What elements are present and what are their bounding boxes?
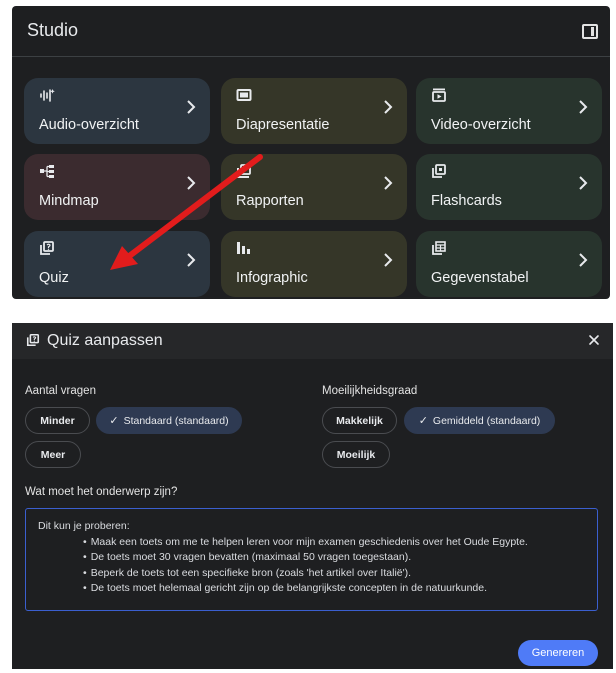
tile-label: Flashcards	[431, 193, 502, 209]
chevron-right-icon	[579, 176, 588, 190]
topic-label: Wat moet het onderwerp zijn?	[25, 486, 178, 498]
tile-audio-overview[interactable]: Audio-overzicht	[24, 78, 210, 144]
placeholder-item: De toets moet 30 vragen bevatten (maxima…	[83, 550, 585, 565]
tile-label: Audio-overzicht	[39, 117, 139, 133]
difficulty-label: Moeilijkheidsgraad	[322, 385, 418, 397]
chevron-right-icon	[579, 253, 588, 267]
studio-panel: Studio Audio-overzicht Diapresentatie Vi…	[12, 6, 610, 299]
flashcards-icon	[432, 164, 446, 178]
tile-quiz[interactable]: Quiz	[24, 231, 210, 297]
dialog-header: Quiz aanpassen	[12, 323, 613, 359]
difficulty-option-hard[interactable]: Moeilijk	[322, 441, 390, 468]
tile-mindmap[interactable]: Mindmap	[24, 154, 210, 220]
chevron-right-icon	[384, 176, 393, 190]
check-icon: ✓	[109, 415, 119, 427]
slides-icon	[236, 89, 252, 101]
question-count-label: Aantal vragen	[25, 385, 96, 397]
chevron-right-icon	[187, 176, 196, 190]
studio-header: Studio	[12, 6, 610, 56]
video-icon	[432, 88, 446, 102]
infographic-icon	[237, 242, 250, 254]
tile-video-overview[interactable]: Video-overzicht	[416, 78, 602, 144]
tile-data-table[interactable]: Gegevenstabel	[416, 231, 602, 297]
tile-label: Rapporten	[236, 193, 304, 209]
tile-reports[interactable]: Rapporten	[221, 154, 407, 220]
count-option-more[interactable]: Meer	[25, 441, 81, 468]
difficulty-option-easy[interactable]: Makkelijk	[322, 407, 397, 434]
tile-label: Quiz	[39, 270, 69, 286]
chevron-right-icon	[579, 100, 588, 114]
tile-infographic[interactable]: Infographic	[221, 231, 407, 297]
chevron-right-icon	[384, 253, 393, 267]
placeholder-intro: Dit kun je proberen:	[38, 520, 130, 532]
tile-label: Diapresentatie	[236, 117, 330, 133]
tile-flashcards[interactable]: Flashcards	[416, 154, 602, 220]
count-option-fewer[interactable]: Minder	[25, 407, 90, 434]
reports-icon	[237, 164, 251, 178]
placeholder-item: Maak een toets om me te helpen leren voo…	[83, 535, 585, 550]
difficulty-option-medium[interactable]: ✓ Gemiddeld (standaard)	[404, 407, 555, 434]
tile-label: Infographic	[236, 270, 308, 286]
table-icon	[432, 241, 446, 255]
tile-label: Mindmap	[39, 193, 99, 209]
chevron-right-icon	[187, 253, 196, 267]
quiz-icon	[40, 241, 54, 255]
audio-waveform-icon	[40, 89, 55, 102]
tile-label: Video-overzicht	[431, 117, 531, 133]
chevron-right-icon	[187, 100, 196, 114]
chevron-right-icon	[384, 100, 393, 114]
quiz-icon	[26, 333, 40, 347]
studio-divider	[12, 56, 610, 57]
quiz-dialog: Quiz aanpassen Aantal vragen Moeilijkhei…	[12, 323, 613, 669]
generate-button[interactable]: Genereren	[518, 640, 598, 666]
panel-toggle-icon[interactable]	[582, 24, 598, 39]
placeholder-item: Beperk de toets tot een specifieke bron …	[83, 566, 585, 581]
tile-slideshow[interactable]: Diapresentatie	[221, 78, 407, 144]
mindmap-icon	[40, 165, 54, 178]
placeholder-item: De toets moet helemaal gericht zijn op d…	[83, 581, 585, 596]
count-option-standard[interactable]: ✓ Standaard (standaard)	[96, 407, 242, 434]
close-icon[interactable]	[586, 332, 602, 348]
tile-label: Gegevenstabel	[431, 270, 529, 286]
dialog-title: Quiz aanpassen	[47, 332, 163, 349]
studio-title: Studio	[27, 20, 79, 40]
check-icon: ✓	[418, 415, 428, 427]
topic-textarea[interactable]: Dit kun je proberen: Maak een toets om m…	[25, 508, 598, 611]
placeholder-list: Maak een toets om me te helpen leren voo…	[38, 535, 585, 596]
